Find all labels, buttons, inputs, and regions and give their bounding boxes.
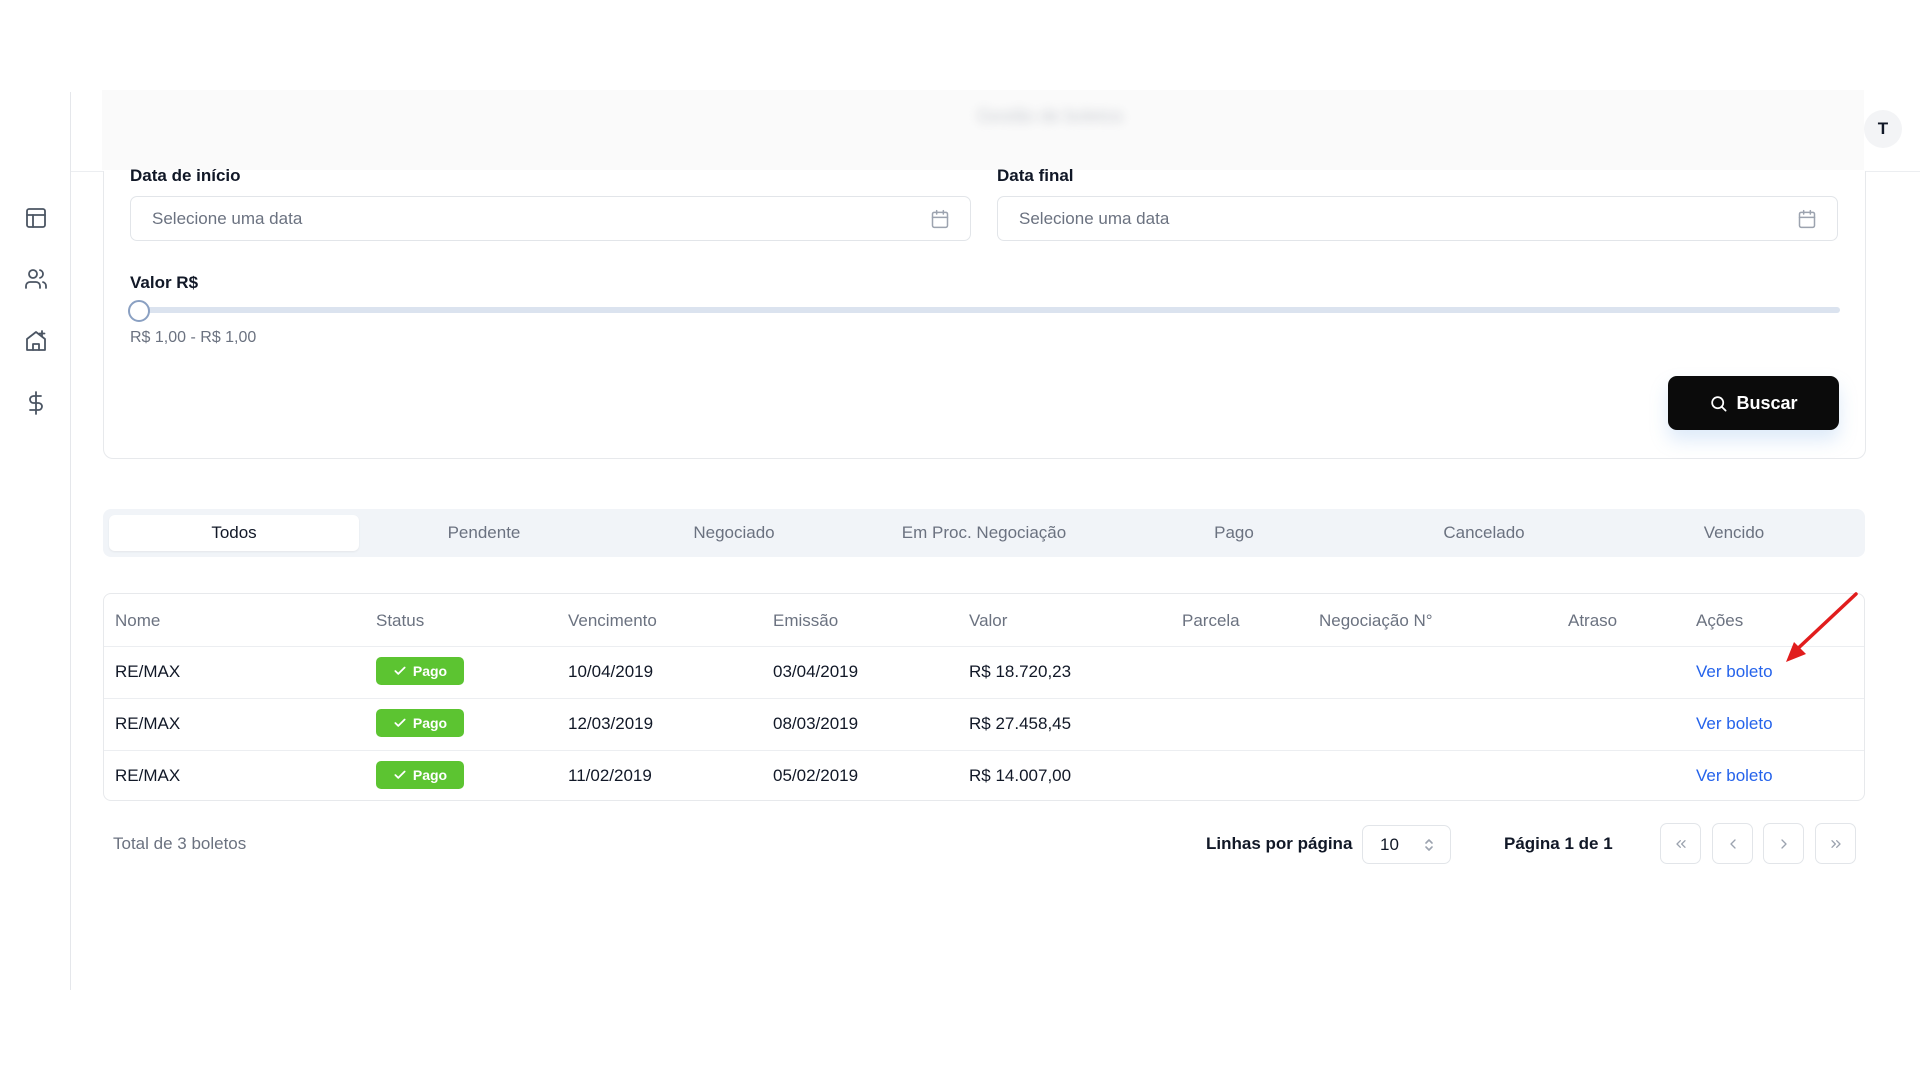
sidebar-item-users[interactable] [22, 265, 50, 293]
calendar-icon[interactable] [1797, 209, 1817, 229]
end-date-label: Data final [997, 166, 1074, 185]
cell-valor: R$ 14.007,00 [969, 766, 1072, 785]
ver-boleto-link[interactable]: Ver boleto [1696, 766, 1773, 786]
cell-nome: RE/MAX [115, 766, 181, 785]
check-icon [394, 718, 406, 727]
chevrons-left-icon [1675, 839, 1686, 848]
rows-per-page-select[interactable]: 10 [1362, 825, 1451, 864]
sidebar-item-financial[interactable] [22, 389, 50, 417]
cell-vencimento: 10/04/2019 [568, 662, 654, 681]
status-badge: Pago [376, 709, 464, 737]
column-header-acoes: Ações [1696, 611, 1744, 630]
cell-vencimento: 11/02/2019 [568, 766, 652, 785]
row-divider [104, 698, 1864, 699]
tab-todos[interactable]: Todos [109, 515, 359, 551]
column-header-valor[interactable]: Valor [969, 611, 1007, 631]
previous-page-button[interactable] [1712, 823, 1753, 864]
chevron-left-icon [1729, 838, 1736, 849]
cell-vencimento: 12/03/2019 [568, 714, 654, 733]
start-date-placeholder: Selecione uma data [152, 208, 303, 228]
check-icon [394, 770, 406, 779]
column-header-atraso[interactable]: Atraso [1568, 611, 1617, 631]
cell-valor: R$ 18.720,23 [969, 662, 1072, 681]
value-slider-thumb[interactable] [128, 300, 150, 322]
cell-nome: RE/MAX [115, 714, 181, 733]
next-page-button[interactable] [1763, 823, 1804, 864]
tab-em-proc-negociacao[interactable]: Em Proc. Negociação [859, 515, 1109, 551]
tab-cancelado[interactable]: Cancelado [1359, 515, 1609, 551]
sidebar-item-properties[interactable] [22, 327, 50, 355]
house-plus-icon [26, 330, 46, 351]
tab-vencido[interactable]: Vencido [1609, 515, 1859, 551]
cell-emissao: 03/04/2019 [773, 662, 859, 681]
boletos-table: Nome Status Vencimento Emissão Valor Par… [103, 593, 1865, 801]
status-badge-label: Pago [412, 715, 448, 731]
chevron-right-icon [1780, 838, 1787, 849]
row-divider [104, 646, 1864, 647]
column-header-emissao[interactable]: Emissão [773, 611, 838, 631]
first-page-button[interactable] [1660, 823, 1701, 864]
dollar-icon [29, 391, 43, 415]
calendar-icon[interactable] [930, 209, 950, 229]
search-icon [1711, 395, 1727, 411]
value-label: Valor R$ [130, 273, 199, 292]
page-title: Gestão de boletos [976, 106, 1124, 126]
rows-per-page-label: Linhas por página [1206, 834, 1353, 853]
column-header-nome[interactable]: Nome [115, 611, 160, 631]
rows-per-page-value: 10 [1380, 834, 1399, 854]
top-header [102, 90, 1864, 170]
column-header-status[interactable]: Status [376, 611, 424, 631]
column-header-vencimento[interactable]: Vencimento [568, 611, 657, 631]
status-badge: Pago [376, 761, 464, 789]
total-count: Total de 3 boletos [113, 834, 247, 853]
start-date-label: Data de início [130, 166, 241, 185]
row-divider [104, 750, 1864, 751]
end-date-input[interactable]: Selecione uma data [997, 196, 1838, 241]
value-slider-track[interactable] [138, 307, 1840, 313]
chevrons-right-icon [1830, 839, 1841, 848]
chevron-up-down-icon [1425, 839, 1433, 851]
search-button-label: Buscar [1736, 392, 1798, 413]
last-page-button[interactable] [1815, 823, 1856, 864]
tab-pendente[interactable]: Pendente [359, 515, 609, 551]
check-icon [394, 666, 406, 675]
cell-emissao: 08/03/2019 [773, 714, 859, 733]
end-date-placeholder: Selecione uma data [1019, 208, 1170, 228]
layout-icon [26, 208, 46, 228]
users-icon [25, 269, 47, 289]
sidebar-item-dashboard[interactable] [22, 204, 50, 232]
cell-emissao: 05/02/2019 [773, 766, 859, 785]
cell-valor: R$ 27.458,45 [969, 714, 1072, 733]
user-avatar[interactable]: T [1864, 110, 1902, 148]
column-header-negociacao[interactable]: Negociação N° [1319, 611, 1433, 631]
status-badge-label: Pago [412, 767, 448, 783]
status-tabs: Todos Pendente Negociado Em Proc. Negoci… [103, 509, 1865, 557]
value-range-text: R$ 1,00 - R$ 1,00 [130, 329, 257, 346]
tab-negociado[interactable]: Negociado [609, 515, 859, 551]
search-button[interactable]: Buscar [1668, 376, 1839, 430]
column-header-parcela[interactable]: Parcela [1182, 611, 1240, 631]
cell-nome: RE/MAX [115, 662, 181, 681]
ver-boleto-link[interactable]: Ver boleto [1696, 714, 1773, 734]
annotation-arrow-icon [1786, 592, 1858, 662]
status-badge: Pago [376, 657, 464, 685]
page-info: Página 1 de 1 [1504, 834, 1613, 853]
tab-pago[interactable]: Pago [1109, 515, 1359, 551]
start-date-input[interactable]: Selecione uma data [130, 196, 971, 241]
ver-boleto-link[interactable]: Ver boleto [1696, 662, 1773, 682]
status-badge-label: Pago [412, 663, 448, 679]
